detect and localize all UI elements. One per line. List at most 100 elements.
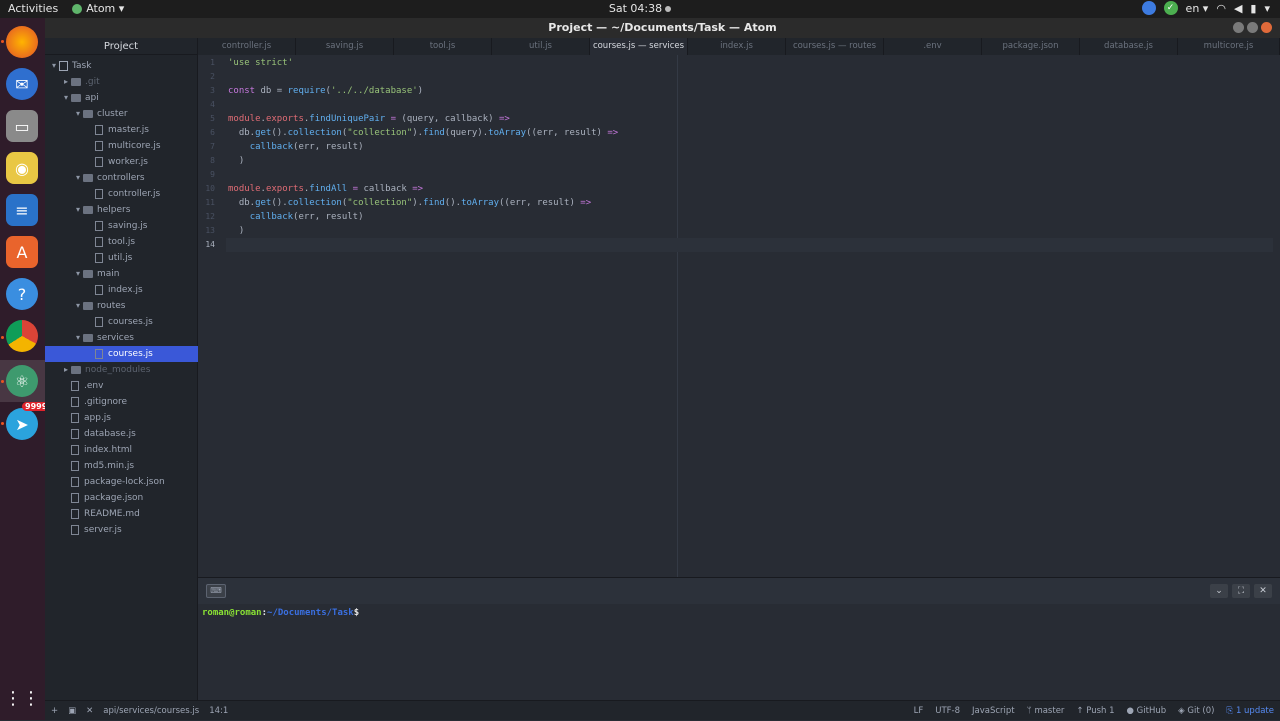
tree-folder-item[interactable]: ▸ node_modules xyxy=(45,362,198,378)
rhythmbox-icon[interactable]: ◉ xyxy=(6,152,38,184)
terminal-panel[interactable]: ⌨ ⌄ ⛶ ✕ roman@roman:~/Documents/Task$ xyxy=(198,577,1280,699)
maximize-terminal-icon[interactable]: ⛶ xyxy=(1232,584,1250,598)
chevron-down-icon[interactable]: ▾ xyxy=(49,58,59,74)
editor-tab[interactable]: database.js xyxy=(1080,38,1178,55)
tree-file-item[interactable]: package.json xyxy=(45,490,198,506)
tree-file-item[interactable]: index.js xyxy=(45,282,198,298)
chevron-right-icon[interactable]: ▸ xyxy=(61,74,71,90)
chevron-down-icon[interactable]: ▾ xyxy=(73,330,83,346)
editor-tab[interactable]: util.js xyxy=(492,38,590,55)
status-push[interactable]: ↑ Push 1 xyxy=(1076,706,1114,716)
tree-folder-item[interactable]: ▾ Task xyxy=(45,58,198,74)
status-file-path[interactable]: api/services/courses.js xyxy=(103,706,199,716)
battery-icon[interactable]: ▮ xyxy=(1250,2,1256,15)
tree-file-item[interactable]: .env xyxy=(45,378,198,394)
code-line[interactable]: callback(err, result) xyxy=(228,140,364,154)
files-icon[interactable]: ▭ xyxy=(6,110,38,142)
tree-folder-item[interactable]: ▾ main xyxy=(45,266,198,282)
close-icon[interactable]: ✕ xyxy=(86,706,93,716)
telegram-icon[interactable]: ➤ 9999 xyxy=(6,402,51,440)
tree-file-item[interactable]: tool.js xyxy=(45,234,198,250)
chrome-remote-icon[interactable] xyxy=(1141,1,1156,15)
tree-file-item[interactable]: util.js xyxy=(45,250,198,266)
chevron-down-icon[interactable]: ▾ xyxy=(73,298,83,314)
code-line[interactable]: db.get().collection("collection").find()… xyxy=(228,196,591,210)
tree-folder-item[interactable]: ▾ routes xyxy=(45,298,198,314)
editor-tab[interactable]: saving.js xyxy=(296,38,394,55)
window-title-bar[interactable]: Project — ~/Documents/Task — Atom xyxy=(45,18,1280,38)
tree-folder-item[interactable]: ▾ helpers xyxy=(45,202,198,218)
power-icon[interactable]: ▾ xyxy=(1264,2,1270,15)
status-github[interactable]: ● GitHub xyxy=(1127,706,1167,716)
editor-tab[interactable]: .env xyxy=(884,38,982,55)
code-line[interactable]: 'use strict' xyxy=(228,56,293,70)
chevron-down-icon[interactable]: ▾ xyxy=(73,106,83,122)
tree-file-item[interactable]: package-lock.json xyxy=(45,474,198,490)
tree-file-item[interactable]: controller.js xyxy=(45,186,198,202)
status-encoding[interactable]: UTF-8 xyxy=(935,706,960,716)
tree-folder-item[interactable]: ▾ api xyxy=(45,90,198,106)
status-git[interactable]: ◈ Git (0) xyxy=(1178,706,1214,716)
editor-tab[interactable]: controller.js xyxy=(198,38,296,55)
volume-icon[interactable]: ◀ xyxy=(1234,2,1242,15)
status-branch[interactable]: ᛘ master xyxy=(1027,706,1065,716)
tree-file-item[interactable]: worker.js xyxy=(45,154,198,170)
status-grammar[interactable]: JavaScript xyxy=(972,706,1015,716)
clock[interactable]: Sat 04:38 xyxy=(609,2,662,15)
atom-icon[interactable]: ⚛ xyxy=(6,365,38,397)
tree-file-item[interactable]: README.md xyxy=(45,506,198,522)
firefox-icon[interactable] xyxy=(6,26,38,58)
chevron-down-icon[interactable]: ⌄ xyxy=(1210,584,1228,598)
chevron-right-icon[interactable]: ▸ xyxy=(61,362,71,378)
code-line[interactable]: db.get().collection("collection").find(q… xyxy=(228,126,618,140)
terminal-prompt[interactable]: roman@roman:~/Documents/Task$ xyxy=(202,608,359,618)
code-line[interactable]: module.exports.findAll = callback => xyxy=(228,182,423,196)
tree-file-item[interactable]: .gitignore xyxy=(45,394,198,410)
editor-tab[interactable]: index.js xyxy=(688,38,786,55)
software-center-icon[interactable]: A xyxy=(6,236,38,268)
code-line[interactable]: callback(err, result) xyxy=(228,210,364,224)
tree-folder-item[interactable]: ▾ services xyxy=(45,330,198,346)
editor-tab[interactable]: courses.js — services xyxy=(590,38,688,55)
tree-folder-item[interactable]: ▾ controllers xyxy=(45,170,198,186)
editor-tab[interactable]: courses.js — routes xyxy=(786,38,884,55)
tree-folder-item[interactable]: ▸ .git xyxy=(45,74,198,90)
chevron-down-icon[interactable]: ▾ xyxy=(73,266,83,282)
maximize-button[interactable] xyxy=(1247,22,1258,33)
chevron-down-icon[interactable]: ▾ xyxy=(61,90,71,106)
thunderbird-icon[interactable]: ✉ xyxy=(6,68,38,100)
editor-tab[interactable]: tool.js xyxy=(394,38,492,55)
minimize-button[interactable] xyxy=(1233,22,1244,33)
editor-tab[interactable]: package.json xyxy=(982,38,1080,55)
terminal-icon[interactable]: ▣ xyxy=(68,706,76,716)
status-line-ending[interactable]: LF xyxy=(914,706,924,716)
status-update[interactable]: ⎘ 1 update xyxy=(1226,706,1274,716)
code-line[interactable]: module.exports.findUniquePair = (query, … xyxy=(228,112,510,126)
code-line[interactable]: ) xyxy=(228,154,244,168)
close-terminal-icon[interactable]: ✕ xyxy=(1254,584,1272,598)
help-icon[interactable]: ? xyxy=(6,278,38,310)
tree-file-item[interactable]: saving.js xyxy=(45,218,198,234)
wifi-icon[interactable]: ◠ xyxy=(1216,2,1226,15)
tree-file-item[interactable]: app.js xyxy=(45,410,198,426)
tree-file-item[interactable]: index.html xyxy=(45,442,198,458)
tree-folder-item[interactable]: ▾ cluster xyxy=(45,106,198,122)
tree-file-item[interactable]: md5.min.js xyxy=(45,458,198,474)
tree-file-item[interactable]: courses.js xyxy=(45,346,198,362)
show-apps-icon[interactable]: ⋮⋮ xyxy=(4,682,40,714)
add-icon[interactable]: + xyxy=(51,706,58,716)
language-indicator[interactable]: en ▾ xyxy=(1186,2,1209,15)
status-cursor-position[interactable]: 14:1 xyxy=(209,706,228,716)
tree-file-item[interactable]: master.js xyxy=(45,122,198,138)
tree-file-item[interactable]: multicore.js xyxy=(45,138,198,154)
editor[interactable]: 1 2 3 4 5 6 7 8 9 10 11 12 13 14 'use strict' const db… xyxy=(198,55,1280,577)
code-line[interactable]: const db = require('../../database') xyxy=(228,84,423,98)
close-button[interactable] xyxy=(1261,22,1272,33)
code-line[interactable]: ) xyxy=(228,224,244,238)
tree-file-item[interactable]: courses.js xyxy=(45,314,198,330)
tree-file-item[interactable]: database.js xyxy=(45,426,198,442)
keyboard-icon[interactable]: ⌨ xyxy=(206,584,226,598)
tree-file-item[interactable]: server.js xyxy=(45,522,198,538)
check-icon[interactable]: ✓ xyxy=(1163,1,1178,15)
chrome-icon[interactable] xyxy=(6,320,38,352)
